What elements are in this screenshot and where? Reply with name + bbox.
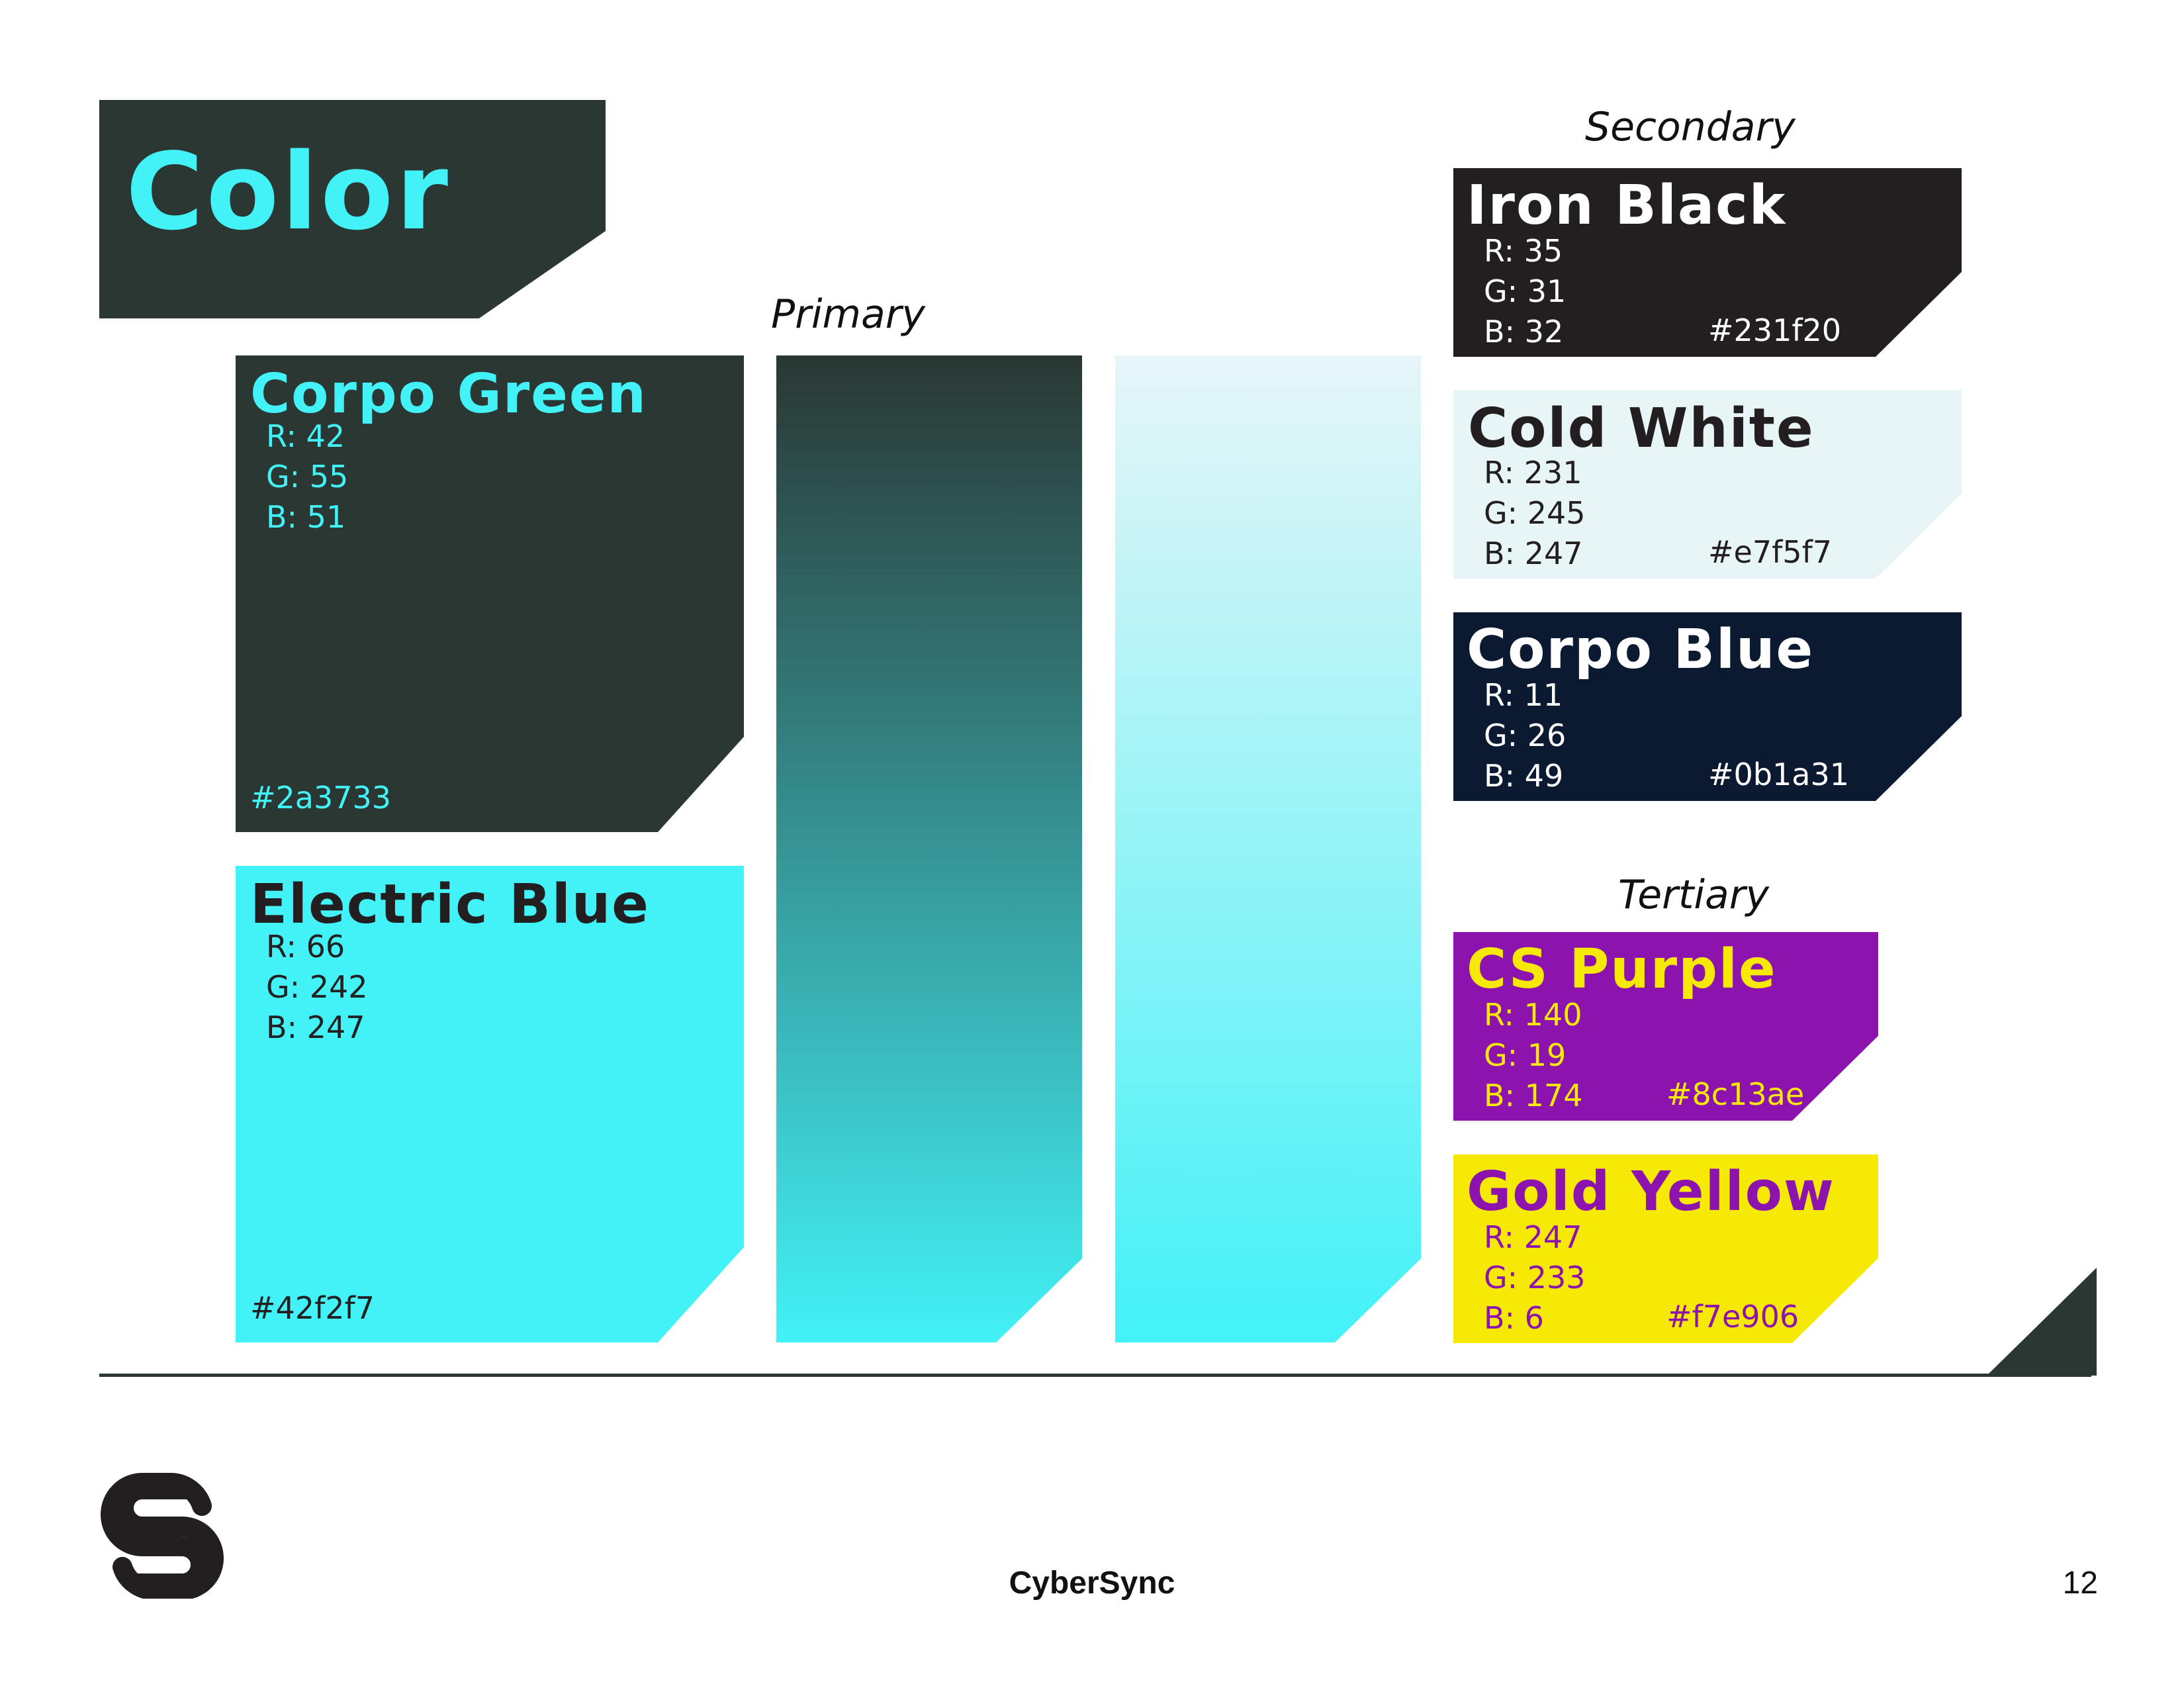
secondary-label: Secondary [1585, 104, 1796, 150]
swatch-iron-black: Iron Black R: 35 G: 31 B: 32 #231f20 [1453, 168, 1962, 357]
rgb-g: G: 233 [1484, 1260, 1586, 1295]
color-name: CS Purple [1467, 938, 1777, 1001]
hex-code: #2a3733 [250, 780, 392, 816]
page-title: Color [126, 130, 451, 254]
rgb-r: R: 247 [1484, 1219, 1582, 1255]
rgb-r: R: 35 [1484, 233, 1563, 269]
rgb-b: B: 6 [1484, 1300, 1544, 1336]
rgb-g: G: 31 [1484, 273, 1567, 309]
color-name: Iron Black [1467, 174, 1787, 237]
swatch-cold-white: Cold White R: 231 G: 245 B: 247 #e7f5f7 [1453, 390, 1962, 579]
hex-code: #8c13ae [1666, 1076, 1805, 1112]
rgb-r: R: 42 [266, 418, 345, 454]
rgb-b: B: 32 [1484, 314, 1564, 350]
hex-code: #231f20 [1708, 312, 1842, 348]
swatch-corpo-green: Corpo Green R: 42 G: 55 B: 51 #2a3733 [236, 355, 744, 832]
swatch-electric-blue: Electric Blue R: 66 G: 242 B: 247 #42f2f… [236, 866, 744, 1342]
hex-code: #42f2f7 [250, 1290, 375, 1326]
rgb-b: B: 174 [1484, 1078, 1583, 1113]
rgb-b: B: 247 [266, 1009, 365, 1045]
primary-label: Primary [771, 291, 925, 338]
gradient-white-to-blue [1115, 355, 1421, 1342]
swatch-gold-yellow: Gold Yellow R: 247 G: 233 B: 6 #f7e906 [1453, 1154, 1878, 1343]
divider-rule [99, 1374, 2091, 1377]
rgb-g: G: 19 [1484, 1037, 1567, 1073]
rgb-b: B: 247 [1484, 536, 1583, 571]
color-name: Gold Yellow [1467, 1160, 1835, 1223]
page-number: 12 [2062, 1566, 2098, 1601]
gradient-green-to-blue [776, 355, 1082, 1342]
tertiary-label: Tertiary [1618, 872, 1769, 918]
hex-code: #f7e906 [1666, 1299, 1799, 1335]
color-name: Corpo Green [250, 363, 647, 426]
rgb-r: R: 231 [1484, 455, 1582, 491]
hex-code: #e7f5f7 [1708, 534, 1833, 570]
rgb-g: G: 55 [266, 459, 349, 494]
color-name: Corpo Blue [1467, 618, 1815, 681]
rgb-r: R: 66 [266, 929, 345, 964]
rgb-r: R: 140 [1484, 997, 1582, 1033]
rgb-b: B: 49 [1484, 758, 1564, 794]
rgb-g: G: 245 [1484, 495, 1586, 531]
rgb-r: R: 11 [1484, 677, 1563, 713]
rgb-g: G: 26 [1484, 718, 1567, 753]
rgb-b: B: 51 [266, 499, 346, 535]
color-name: Cold White [1468, 397, 1815, 460]
swatch-corpo-blue: Corpo Blue R: 11 G: 26 B: 49 #0b1a31 [1453, 612, 1962, 801]
hex-code: #0b1a31 [1708, 757, 1849, 792]
footer-brand: CyberSync [1009, 1566, 1175, 1601]
color-name: Electric Blue [250, 873, 650, 936]
corner-accent [1987, 1268, 2097, 1376]
rgb-g: G: 242 [266, 969, 368, 1005]
swatch-cs-purple: CS Purple R: 140 G: 19 B: 174 #8c13ae [1453, 932, 1878, 1121]
